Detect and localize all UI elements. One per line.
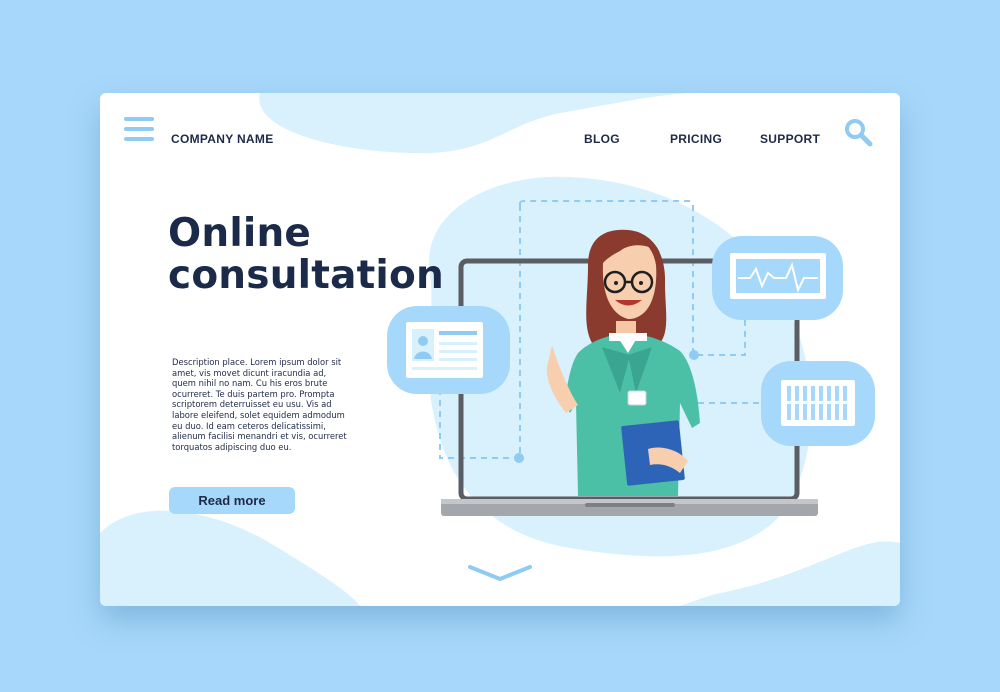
consultation-illustration [387,200,875,516]
patient-id-card-icon [387,306,510,394]
doctor-illustration [546,229,700,496]
connector-dot [514,453,524,463]
landing-card: COMPANY NAME BLOG PRICING SUPPORT Online… [100,93,900,606]
connector-dot [689,350,699,360]
heartbeat-monitor-icon [712,236,843,320]
chevron-down-icon[interactable] [466,563,534,583]
data-bars-icon [761,361,875,446]
